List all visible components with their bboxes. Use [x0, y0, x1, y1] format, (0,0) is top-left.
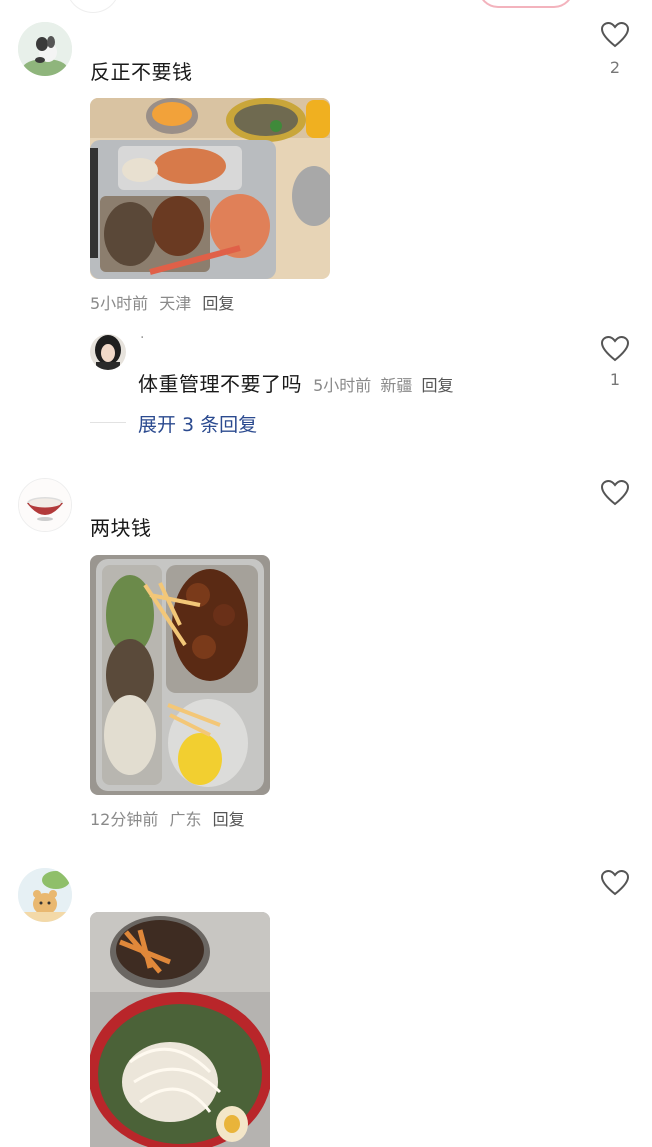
comment-photo[interactable]	[90, 912, 270, 1147]
heart-icon	[600, 869, 630, 896]
like-button[interactable]	[600, 869, 630, 900]
comment-location: 广东	[169, 810, 202, 829]
avatar[interactable]	[18, 868, 72, 922]
avatar[interactable]	[18, 22, 72, 76]
reply-button[interactable]: 回复	[202, 294, 234, 313]
avatar[interactable]	[18, 478, 72, 532]
reply-like-button[interactable]	[600, 335, 630, 366]
comment-location: 天津	[159, 294, 192, 313]
reply-username[interactable]: ·	[140, 330, 144, 346]
comment-time: 12分钟前	[90, 810, 159, 829]
bowl-avatar-icon	[19, 479, 71, 531]
expand-divider	[90, 422, 126, 423]
comment-text: 反正不要钱	[90, 60, 193, 84]
comment-time: 5小时前	[90, 294, 149, 313]
bear-avatar-icon	[18, 868, 72, 922]
heart-icon	[600, 479, 630, 506]
comment-photo[interactable]	[90, 555, 270, 795]
reply-avatar[interactable]	[90, 334, 126, 370]
reply-reply-button[interactable]: 回复	[421, 376, 453, 395]
reply-body: 体重管理不要了吗 5小时前 新疆 回复	[138, 368, 454, 397]
girl-avatar-icon	[90, 334, 126, 370]
comment-text: 两块钱	[90, 516, 152, 540]
like-count: 2	[609, 58, 621, 77]
tray-braised-pork-corn-image	[90, 555, 270, 795]
like-button[interactable]	[600, 21, 630, 52]
tray-with-crabs-image	[90, 98, 330, 279]
heart-icon	[600, 335, 630, 362]
like-button[interactable]	[600, 479, 630, 510]
follow-button-partial[interactable]	[478, 0, 574, 8]
reply-button[interactable]: 回复	[213, 810, 245, 829]
comment-meta: 5小时前 天津 回复	[90, 290, 240, 314]
heart-icon	[600, 21, 630, 48]
noodle-bowl-image	[90, 912, 270, 1147]
reply-location: 新疆	[380, 376, 413, 395]
reply-time: 5小时前	[313, 376, 372, 395]
reply-like-count: 1	[609, 370, 621, 389]
top-avatar-partial[interactable]	[66, 0, 120, 13]
expand-replies-button[interactable]: 展开 3 条回复	[138, 410, 257, 437]
dog-avatar-icon	[18, 22, 72, 76]
comment-photo[interactable]	[90, 98, 330, 279]
comment-meta: 12分钟前 广东 回复	[90, 806, 251, 830]
reply-text: 体重管理不要了吗	[138, 372, 302, 396]
